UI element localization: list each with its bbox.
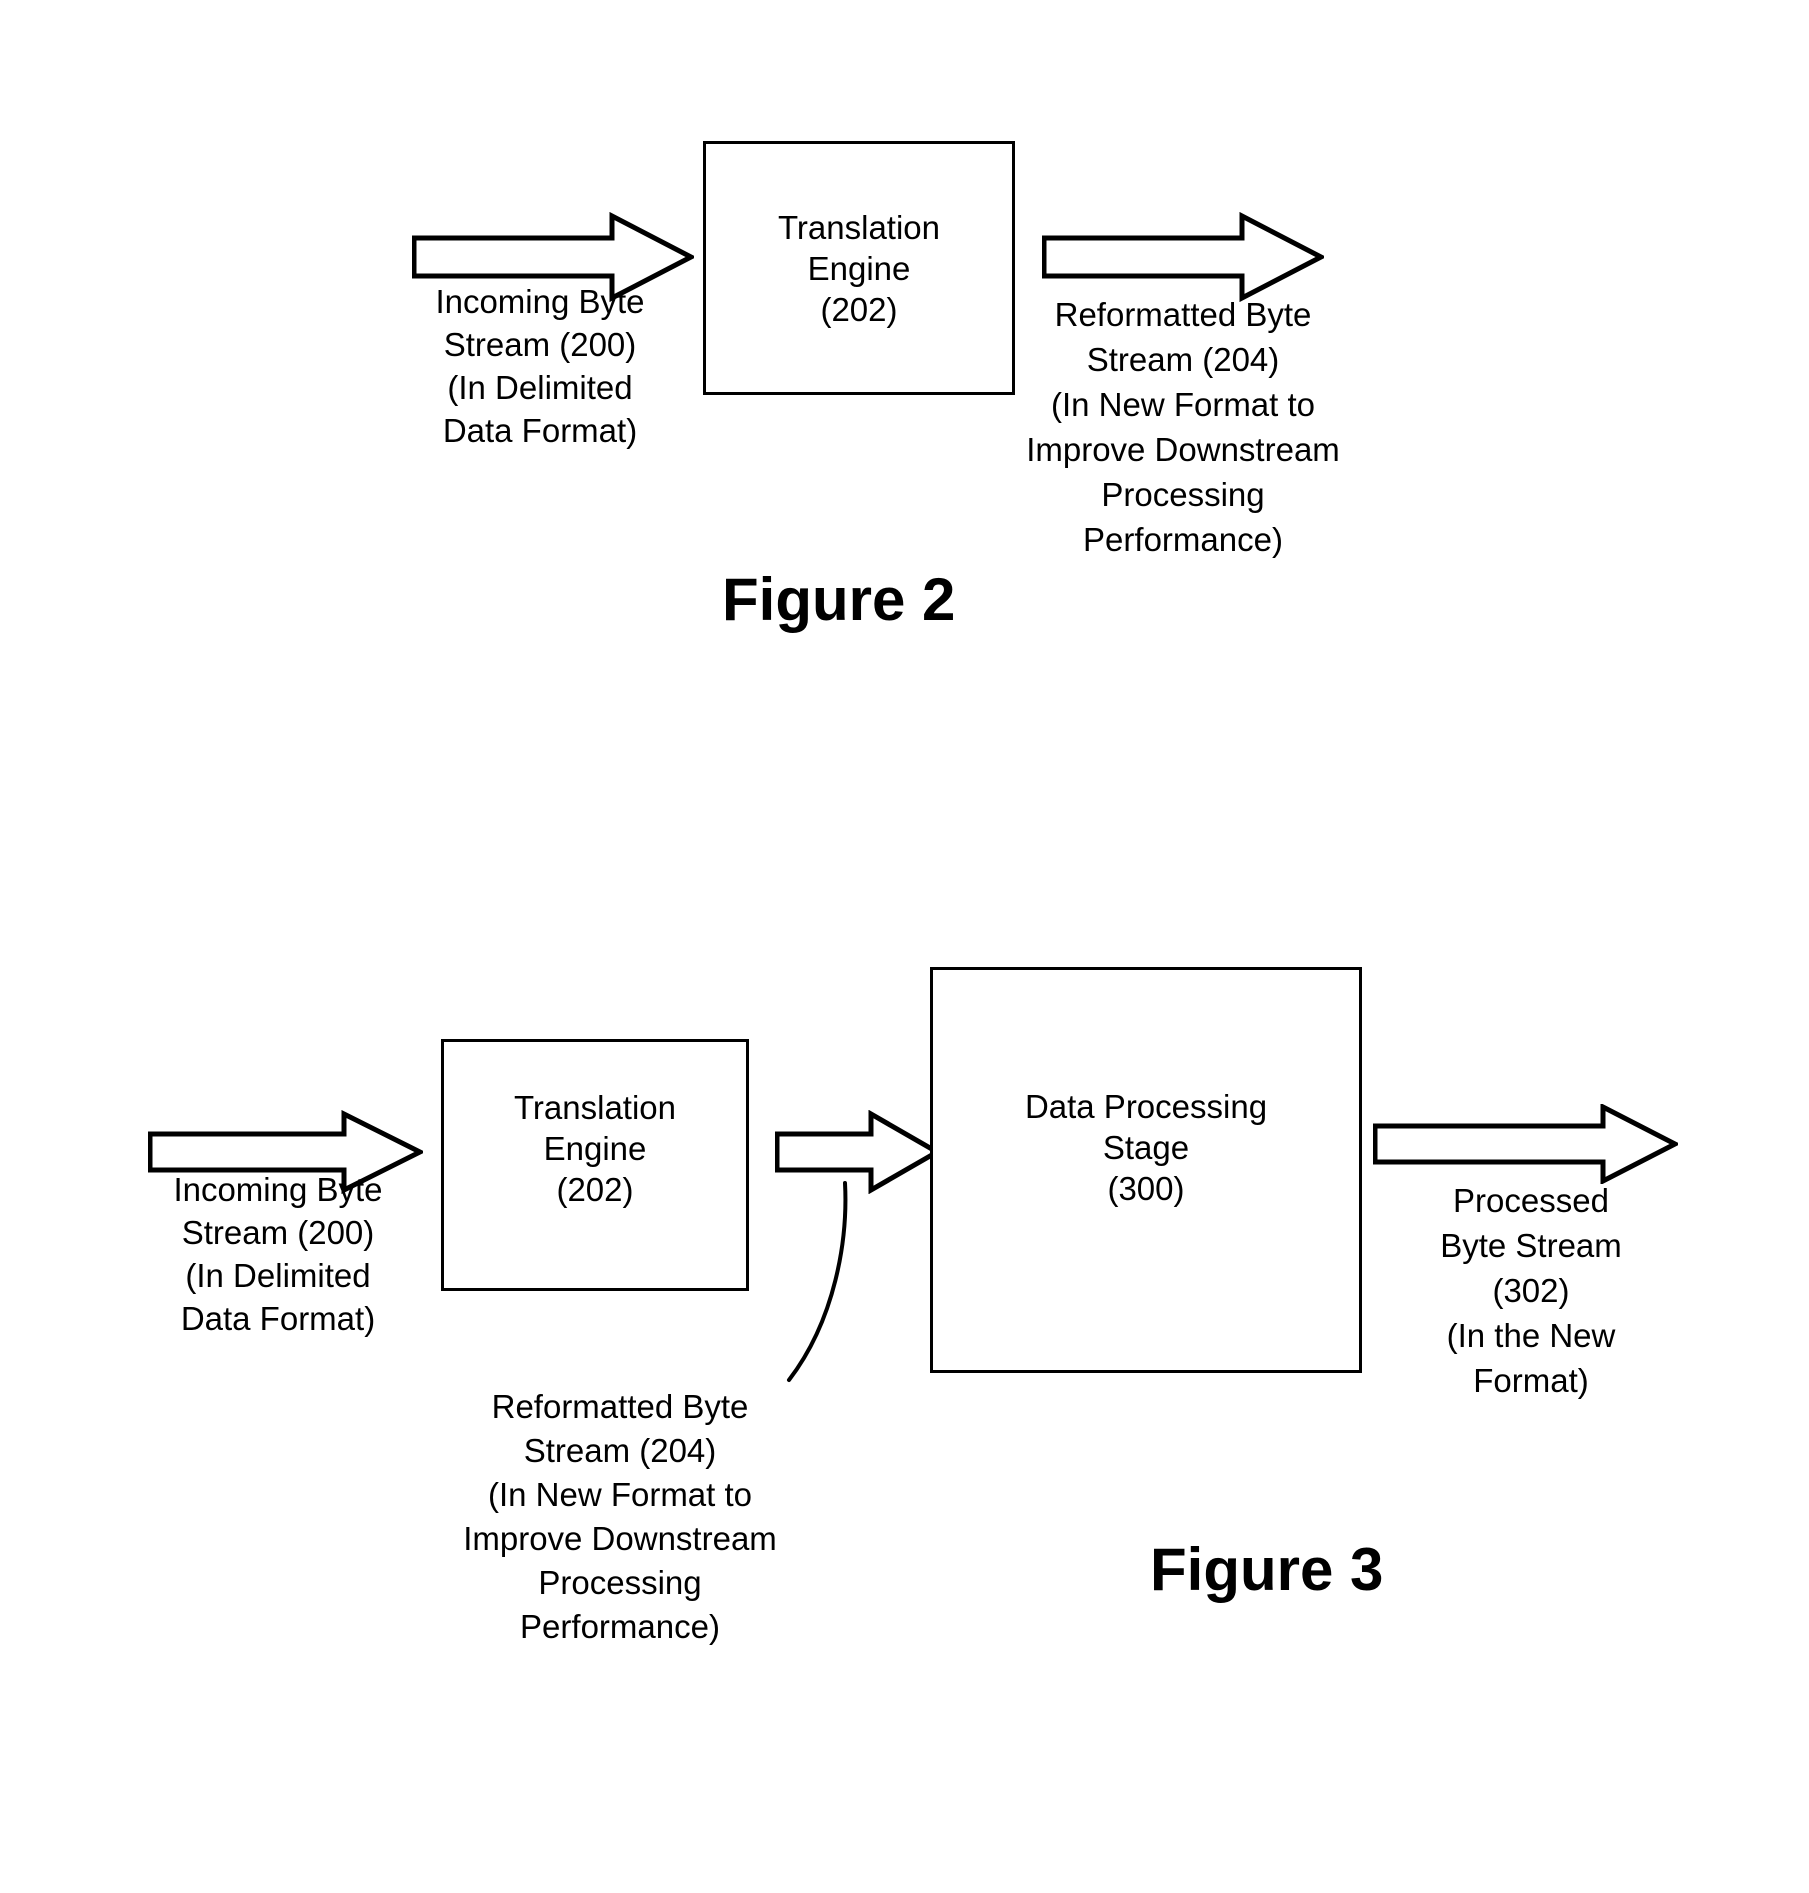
figure-3-reformatted-leader-line [775, 1180, 865, 1385]
figure-3-data-processing-stage-box: Data Processing Stage (300) [930, 967, 1362, 1373]
figure-3-group: Incoming Byte Stream (200) (In Delimited… [0, 0, 1809, 1893]
figure-3-translation-engine-box: Translation Engine (202) [441, 1039, 749, 1291]
figure-3-processed-arrow [1373, 1104, 1678, 1184]
figure-3-translation-engine-label: Translation Engine (202) [513, 1088, 677, 1208]
figure-3-incoming-caption: Incoming Byte Stream (200) (In Delimited… [173, 1171, 383, 1337]
figure-3-title: Figure 3 [1150, 1536, 1384, 1603]
figure-3-reformatted-caption: Reformatted Byte Stream (204) (In New Fo… [463, 1388, 777, 1645]
figure-3-data-processing-stage-label: Data Processing Stage (300) [1024, 1087, 1268, 1207]
figure-3-processed-caption: Processed Byte Stream (302) (In the New … [1440, 1182, 1622, 1399]
patent-figure-sheet: Incoming Byte Stream (200) (In Delimited… [0, 0, 1809, 1893]
